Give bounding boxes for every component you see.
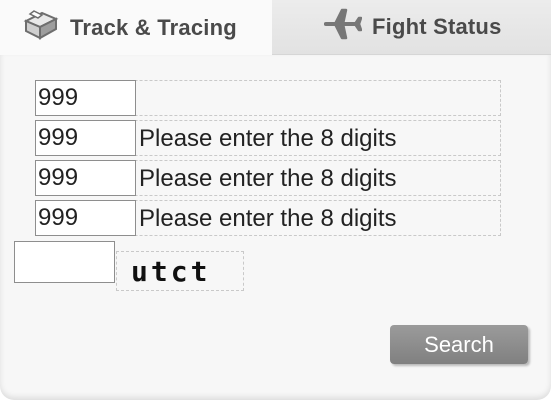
tracking-number-row-2: Please enter the 8 digits <box>35 120 501 156</box>
tracking-prefix-input-4[interactable] <box>35 200 136 236</box>
tracking-prefix-input-1[interactable] <box>35 80 136 116</box>
tracking-prefix-input-3[interactable] <box>35 160 136 196</box>
tracking-widget: Track & Tracing Fight Status Please ente… <box>0 0 551 400</box>
tab-track-and-tracing[interactable]: Track & Tracing <box>0 0 272 55</box>
tracking-hint-2: Please enter the 8 digits <box>139 125 397 152</box>
tab-track-label: Track & Tracing <box>70 14 237 40</box>
tab-flight-status[interactable]: Fight Status <box>272 0 551 55</box>
search-button[interactable]: Search <box>390 325 528 364</box>
tracking-number-row-1 <box>35 80 501 116</box>
airplane-icon <box>322 6 363 48</box>
tab-flight-label: Fight Status <box>372 14 502 39</box>
tracking-form-panel: Please enter the 8 digits Please enter t… <box>0 55 551 400</box>
tracking-prefix-input-2[interactable] <box>35 120 136 156</box>
captcha-image: utct <box>116 251 244 291</box>
tracking-hint-3: Please enter the 8 digits <box>139 165 397 192</box>
captcha-code: utct <box>131 254 211 288</box>
mailbox-icon <box>22 9 60 47</box>
tracking-number-row-3: Please enter the 8 digits <box>35 160 501 196</box>
captcha-input[interactable] <box>14 241 115 283</box>
tracking-hint-4: Please enter the 8 digits <box>139 205 397 232</box>
tracking-number-row-4: Please enter the 8 digits <box>35 200 501 236</box>
